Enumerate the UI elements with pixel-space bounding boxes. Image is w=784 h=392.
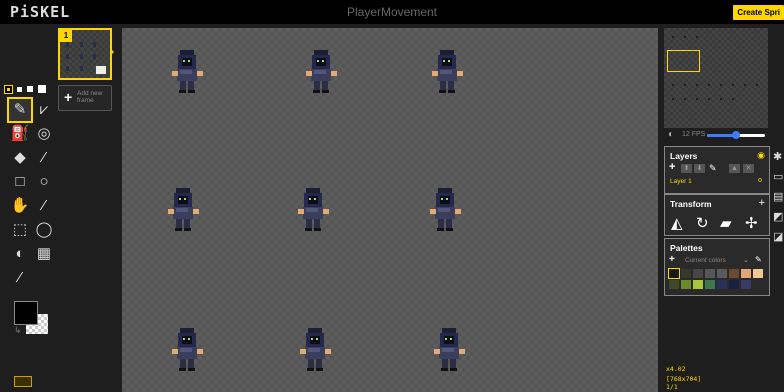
fps-control: ◐ 12 FPS [664,128,768,142]
dithering-icon[interactable]: ▦ [33,243,55,265]
palettes-title: Palettes [670,243,703,253]
lasso-select-icon[interactable]: ◯ [33,219,55,241]
flip-icon[interactable]: ◭ [671,214,683,232]
layer-toolbar: + ⬆ ⬇ ✎ ▲ ✕ [669,161,765,174]
resize-icon[interactable]: ▭ [773,170,783,183]
add-palette-icon[interactable]: + [669,254,675,265]
delete-layer-icon[interactable]: ✕ [743,164,754,173]
pen-size-1[interactable] [4,85,13,94]
clone-icon[interactable]: ▰ [720,214,732,232]
pen-tool-icon[interactable]: ✎ [7,97,33,123]
layers-title: Layers [670,151,698,161]
palette-swatch[interactable] [753,269,763,278]
selected-frame-arrow [110,48,114,56]
document-title: PlayerMovement [346,5,438,19]
rectangle-icon[interactable]: □ [9,171,31,193]
palette-swatch[interactable] [681,280,691,289]
palette-swatch[interactable] [705,269,715,278]
palette-swatch[interactable] [668,268,680,279]
preview-content [672,36,758,100]
shape-select-wand-icon[interactable]: ⁄ [33,195,55,217]
palette-swatch[interactable] [717,269,727,278]
toggle-layer-visibility-icon[interactable]: ◉ [757,150,765,161]
circle-icon[interactable]: ○ [33,171,55,193]
settings-icon[interactable]: ✱ [773,150,782,163]
canvas-dimensions: [768x704] [666,375,702,383]
rectangle-select-icon[interactable]: ⬚ [9,219,31,241]
expand-transform-icon[interactable]: + [759,197,765,209]
palette-swatch[interactable] [693,280,703,289]
palette-swatch[interactable] [729,269,739,278]
palette-swatch[interactable] [669,280,679,289]
center-icon[interactable]: ✢ [745,214,758,232]
animation-preview[interactable] [664,28,768,128]
palettes-panel: Palettes + Current colors ⌄ ✎ [664,238,770,296]
layer-opacity[interactable]: o [758,177,762,184]
move-layer-up-icon[interactable]: ⬆ [681,164,692,173]
edit-palette-icon[interactable]: ✎ [755,255,762,264]
color-picker-icon[interactable]: ⁄ [9,267,31,289]
fps-label: 12 FPS [682,131,706,138]
frame-thumbnail[interactable]: 1 [58,28,112,80]
zoom-level: x4.02 [666,365,686,373]
palette-swatch[interactable] [741,269,751,278]
keyboard-shortcuts-icon[interactable] [14,376,32,387]
stroke-icon[interactable]: ⁄ [33,147,55,169]
palette-swatch[interactable] [717,280,727,289]
fps-slider[interactable] [707,131,765,139]
export-icon[interactable]: ◩ [773,210,783,223]
edit-layer-icon[interactable]: ✎ [709,163,717,174]
vertical-mirror-pen-icon[interactable]: ⩗ [33,99,55,121]
swap-colors-icon[interactable]: ↳ [14,325,22,336]
palette-swatch[interactable] [741,280,751,289]
add-new-frame-label: Add new frame [77,90,103,104]
drawing-canvas[interactable] [122,28,658,392]
layer-name: Layer 1 [670,178,692,185]
sprite-sheet [168,50,465,371]
lighten-icon[interactable]: ◐ [9,243,31,265]
add-layer-icon[interactable]: + [669,161,675,173]
palette-dropdown-icon[interactable]: ⌄ [743,256,749,264]
pen-size-2[interactable] [17,87,22,92]
rotate-icon[interactable]: ↻ [696,214,709,232]
duplicate-frame-icon[interactable] [95,65,107,75]
palette-selector[interactable]: + Current colors ⌄ ✎ [669,254,765,266]
layers-panel: Layers ◉ + ⬆ ⬇ ✎ ▲ ✕ Layer 1 o [664,146,770,194]
top-bar: PiSKEL PlayerMovement Create Spri [0,0,784,24]
add-new-frame-button[interactable]: + Add new frame [58,85,112,111]
primary-color-swatch[interactable] [14,301,38,325]
onion-skin-icon[interactable]: ◐ [668,129,674,140]
paint-bucket-icon[interactable]: ⛽ [9,123,31,145]
paint-all-same-color-icon[interactable]: ◎ [33,123,55,145]
palette-swatch[interactable] [681,269,691,278]
layer-row[interactable]: Layer 1 o [668,177,764,187]
fps-slider-knob[interactable] [732,131,740,139]
transform-title: Transform [670,199,712,209]
import-icon[interactable]: ◪ [773,230,783,243]
pen-size-3[interactable] [27,86,33,92]
palette-swatch[interactable] [729,280,739,289]
save-icon[interactable]: ▤ [773,190,783,203]
move-hand-icon[interactable]: ✋ [9,195,31,217]
palette-swatches [668,268,765,291]
plus-icon: + [64,89,73,105]
palette-name: Current colors [685,257,726,264]
merge-layer-icon[interactable]: ▲ [729,164,740,173]
transform-panel: Transform + ◭ ↻ ▰ ✢ [664,194,770,236]
palette-swatch[interactable] [693,269,703,278]
move-layer-down-icon[interactable]: ⬇ [694,164,705,173]
eraser-icon[interactable]: ◆ [9,147,31,169]
pen-size-4[interactable] [38,85,46,93]
palette-swatch[interactable] [705,280,715,289]
create-sprite-button[interactable]: Create Spri [733,5,784,20]
frame-counter: 1/1 [666,383,678,391]
